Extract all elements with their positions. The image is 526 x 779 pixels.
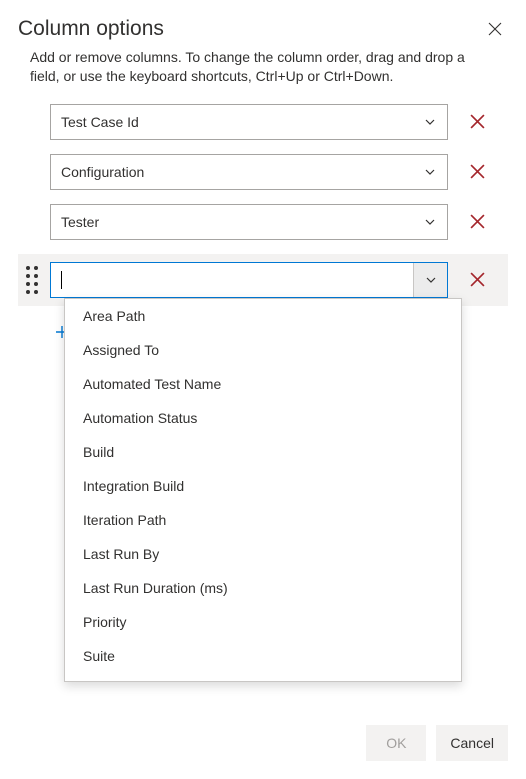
remove-column-button[interactable] [460,204,494,240]
text-caret [61,271,62,289]
close-button[interactable] [482,16,508,42]
dropdown-option[interactable]: Automation Status [65,401,461,435]
remove-column-button[interactable] [460,262,494,298]
chevron-down-icon [425,217,435,227]
dropdown-list: Area PathAssigned ToAutomated Test NameA… [65,299,461,673]
panel-header: Column options [18,16,508,42]
dropdown-option[interactable]: Area Path [65,299,461,333]
dropdown-option[interactable]: Build [65,435,461,469]
chevron-down-icon [425,167,435,177]
chevron-down-icon [425,117,435,127]
remove-icon [470,114,485,129]
dropdown-option[interactable]: Last Run By [65,537,461,571]
chevron-down-icon [426,275,436,285]
panel-title: Column options [18,17,164,41]
column-row: Configuration [50,154,508,190]
column-combobox[interactable]: Tester [50,204,448,240]
dropdown-option[interactable]: Assigned To [65,333,461,367]
combobox-caret[interactable] [413,263,447,297]
column-value: Configuration [51,164,447,180]
drag-handle[interactable] [24,268,44,292]
dropdown-option[interactable]: Priority [65,605,461,639]
close-icon [488,22,502,36]
column-row: Tester [50,204,508,240]
column-value: Test Case Id [51,114,447,130]
column-value: Tester [51,214,447,230]
column-input[interactable] [51,263,447,297]
column-rows: Test Case Id Configuration Tes [50,104,508,306]
dropdown-option[interactable]: Last Run Duration (ms) [65,571,461,605]
grip-icon [24,264,44,296]
column-combobox[interactable]: Test Case Id [50,104,448,140]
combobox-caret[interactable] [413,155,447,189]
dropdown-option[interactable]: Automated Test Name [65,367,461,401]
dropdown-option[interactable]: Iteration Path [65,503,461,537]
dropdown-option[interactable]: Suite [65,639,461,673]
combobox-caret[interactable] [413,205,447,239]
panel-description: Add or remove columns. To change the col… [30,48,496,86]
remove-column-button[interactable] [460,104,494,140]
cancel-button[interactable]: Cancel [436,725,508,761]
remove-icon [470,214,485,229]
remove-icon [470,272,485,287]
column-combobox-active[interactable] [50,262,448,298]
dropdown-option[interactable]: Integration Build [65,469,461,503]
remove-column-button[interactable] [460,154,494,190]
combobox-caret[interactable] [413,105,447,139]
column-combobox[interactable]: Configuration [50,154,448,190]
ok-button[interactable]: OK [366,725,426,761]
column-options-panel: Column options Add or remove columns. To… [0,0,526,779]
column-dropdown[interactable]: Area PathAssigned ToAutomated Test NameA… [64,298,462,682]
remove-icon [470,164,485,179]
column-row: Test Case Id [50,104,508,140]
panel-footer: OK Cancel [366,725,508,761]
